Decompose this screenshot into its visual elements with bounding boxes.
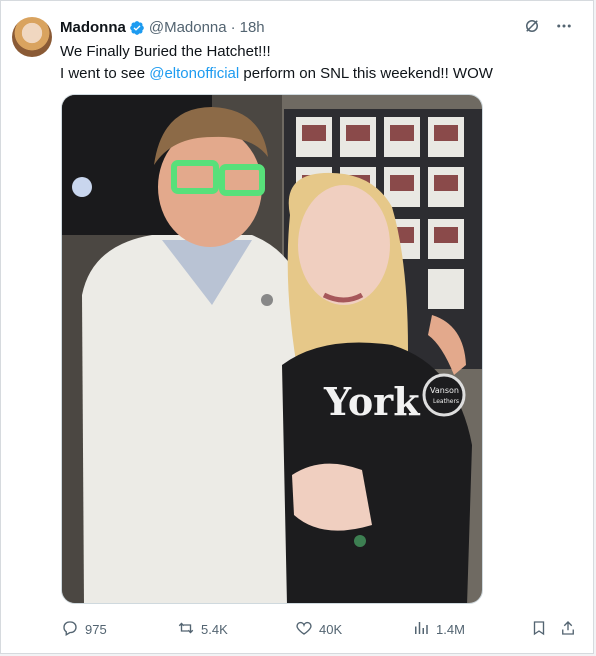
tweet-text: We Finally Buried the Hatchet!!! I went … [60, 41, 560, 85]
bookmark-icon [530, 619, 548, 640]
tweet-top-actions [523, 17, 573, 35]
author-avatar[interactable] [12, 17, 52, 57]
repost-button[interactable]: 5.4K [177, 619, 228, 640]
tweet-actions: 975 5.4K 40K 1.4M [61, 618, 581, 640]
more-icon[interactable] [555, 17, 573, 35]
like-icon [295, 619, 313, 640]
repost-icon [177, 619, 195, 640]
views-icon [412, 619, 430, 640]
tweet-line-2-end: perform on SNL this weekend!! WOW [239, 65, 493, 82]
reply-icon [61, 619, 79, 640]
author-name[interactable]: Madonna [60, 19, 126, 36]
like-button[interactable]: 40K [295, 619, 342, 640]
author-handle[interactable]: @Madonna [149, 19, 227, 36]
views-count: 1.4M [436, 621, 465, 637]
verified-badge-icon [129, 20, 145, 36]
reply-count: 975 [85, 621, 107, 637]
like-count: 40K [319, 621, 343, 637]
tweet-timestamp[interactable]: 18h [240, 19, 265, 36]
tweet-header: Madonna @Madonna · 18h [60, 19, 265, 36]
reply-button[interactable]: 975 [61, 619, 107, 640]
jacket-patch-text: Vanson [430, 386, 459, 395]
tweet-line-1: We Finally Buried the Hatchet!!! [60, 43, 271, 60]
header-separator: · [230, 19, 236, 36]
bookmark-button[interactable] [530, 619, 548, 640]
mention-link[interactable]: @eltonofficial [149, 65, 239, 82]
share-icon [559, 619, 577, 640]
repost-count: 5.4K [201, 621, 228, 637]
jacket-lettering: York [323, 379, 420, 424]
grok-icon[interactable] [523, 17, 541, 35]
tweet-photo[interactable]: York Vanson Leathers [61, 94, 483, 604]
tweet-line-2-start: I went to see [60, 65, 150, 82]
share-button[interactable] [559, 619, 577, 640]
tweet-card[interactable]: Madonna @Madonna · 18h We Finally Buried… [0, 0, 594, 654]
tweet-line-2: I went to see @eltonofficial perform on … [60, 63, 560, 85]
jacket-patch-subtext: Leathers [433, 398, 459, 405]
views-button[interactable]: 1.4M [412, 619, 465, 640]
